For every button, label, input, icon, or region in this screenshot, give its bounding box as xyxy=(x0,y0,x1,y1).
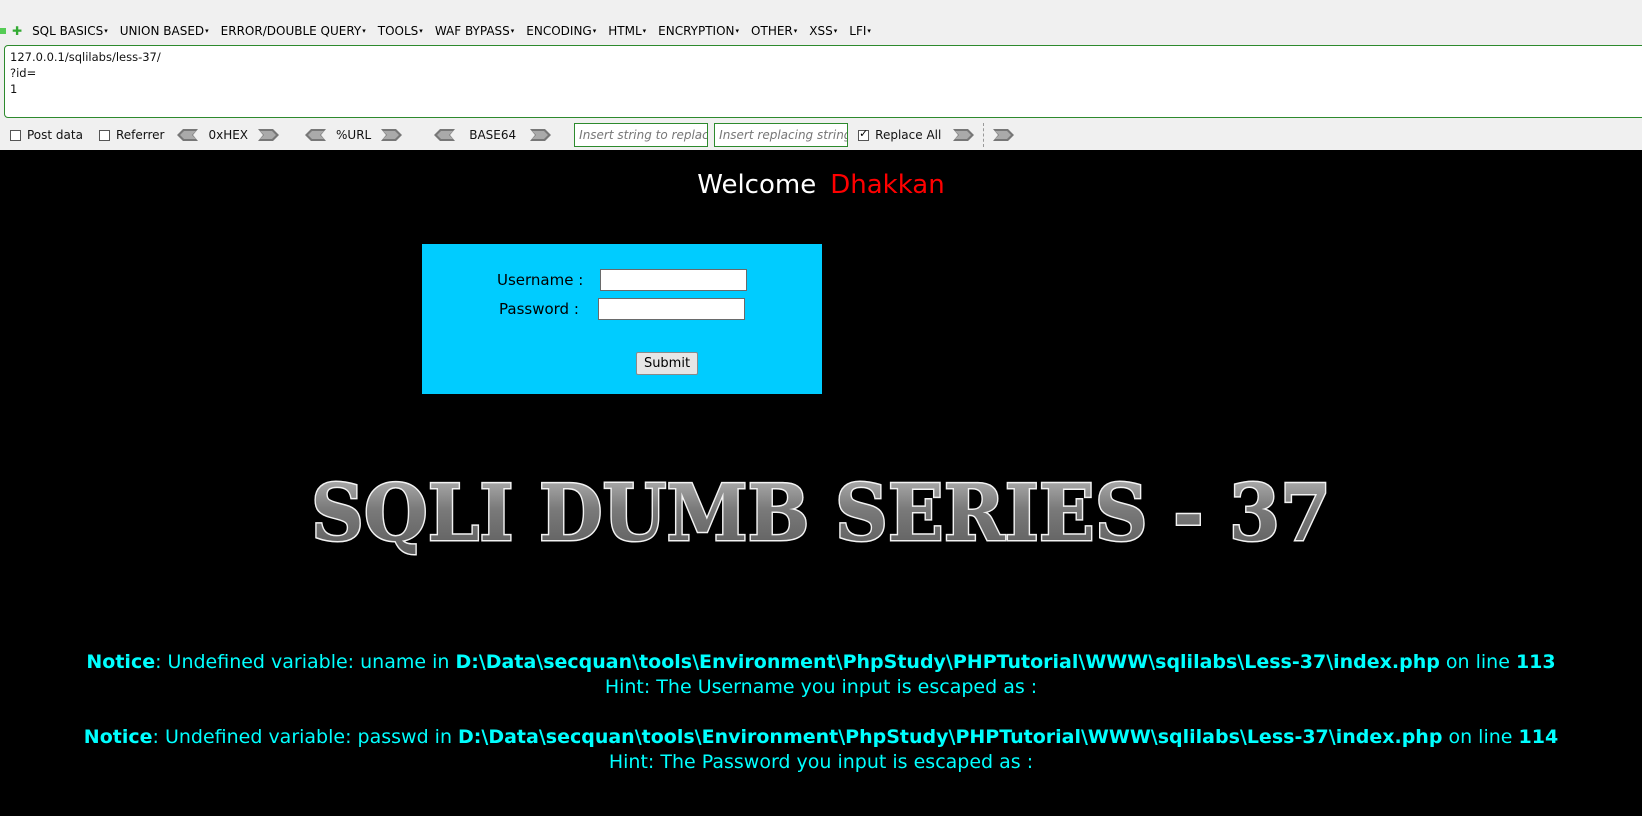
replacing-string-input[interactable]: Insert replacing string xyxy=(714,123,849,147)
menu-union-based[interactable]: UNION BASED ▾ xyxy=(120,24,209,38)
url-decode-arrow-icon[interactable] xyxy=(304,129,327,141)
hex-decode-arrow-icon[interactable] xyxy=(176,129,199,141)
url-textarea[interactable]: 127.0.0.1/sqlilabs/less-37/ ?id= 1 xyxy=(4,45,1642,118)
hackbar-toolbar: ✚ SQL BASICS ▾ UNION BASED ▾ ERROR/DOUBLE … xyxy=(0,0,1642,150)
url-line: ?id= xyxy=(10,66,37,80)
base64-label: BASE64 xyxy=(469,128,517,142)
replace-all-label: Replace All xyxy=(875,128,942,142)
referrer-label: Referrer xyxy=(115,128,165,142)
submit-button[interactable]: Submit xyxy=(636,352,698,375)
notice-1: Notice: Undefined variable: uname in D:\… xyxy=(0,650,1642,700)
notice-2-line: Notice: Undefined variable: passwd in D:… xyxy=(0,725,1642,750)
welcome-text: Welcome xyxy=(697,170,817,200)
base64-decode-arrow-icon[interactable] xyxy=(433,129,456,141)
replace-all-checkbox[interactable] xyxy=(858,127,870,141)
notice-1-path: D:\Data\secquan\tools\Environment\PhpStu… xyxy=(455,651,1440,673)
post-data-label: Post data xyxy=(27,128,83,142)
replacing-string-placeholder: Insert replacing string xyxy=(719,128,849,142)
notice-2-message: : Undefined variable: passwd in xyxy=(152,726,459,748)
replace-string-placeholder: Insert string to replace xyxy=(579,128,709,142)
post-data-checkbox[interactable] xyxy=(10,129,21,141)
menu-xss[interactable]: XSS ▾ xyxy=(809,24,837,38)
notice-1-line-number: 113 xyxy=(1515,651,1556,673)
toolbar-divider xyxy=(983,123,985,147)
notice-2: Notice: Undefined variable: passwd in D:… xyxy=(0,725,1642,775)
notice-2-path: D:\Data\secquan\tools\Environment\PhpStu… xyxy=(458,726,1443,748)
menu-waf-bypass[interactable]: WAF BYPASS ▾ xyxy=(435,24,514,38)
notice-1-line: Notice: Undefined variable: uname in D:\… xyxy=(0,650,1642,675)
password-label: Password : xyxy=(499,300,579,318)
replace-string-input[interactable]: Insert string to replace xyxy=(574,123,709,147)
replace-go-arrow-icon[interactable] xyxy=(953,129,975,141)
series-banner: SQLI DUMB SERIES - 37 xyxy=(0,462,1642,561)
menu-lfi[interactable]: LFI ▾ xyxy=(849,24,871,38)
url-encode-label: %URL xyxy=(336,128,372,142)
split-url-icon[interactable]: ✚ xyxy=(12,24,22,38)
menu-tools[interactable]: TOOLS ▾ xyxy=(378,24,423,38)
hackbar-controls: Post data Referrer 0xHEX %URL BASE64 Ins… xyxy=(0,120,1642,150)
notice-2-on-line: on line xyxy=(1442,726,1519,748)
url-line: 1 xyxy=(10,82,18,96)
load-url-icon[interactable] xyxy=(0,28,6,34)
notice-1-message: : Undefined variable: uname in xyxy=(155,651,456,673)
menu-html[interactable]: HTML ▾ xyxy=(608,24,646,38)
series-banner-graphic: SQLI DUMB SERIES - 37 xyxy=(310,467,1333,561)
menu-error-double-query[interactable]: ERROR/DOUBLE QUERY ▾ xyxy=(221,24,366,38)
password-input[interactable] xyxy=(598,298,745,320)
hex-encode-arrow-icon[interactable] xyxy=(258,129,280,141)
username-hint: Hint: The Username you input is escaped … xyxy=(604,676,1038,698)
url-encode-arrow-icon[interactable] xyxy=(381,129,403,141)
login-form: Username : Password : Submit xyxy=(422,244,822,394)
username-input[interactable] xyxy=(600,269,747,291)
welcome-user: Dhakkan xyxy=(830,170,945,200)
menu-sql-basics[interactable]: SQL BASICS ▾ xyxy=(32,24,108,38)
execute-arrow-icon[interactable] xyxy=(993,129,1015,141)
password-hint: Hint: The Password you input is escaped … xyxy=(608,751,1034,773)
notice-1-tag: Notice xyxy=(86,651,156,673)
referrer-checkbox[interactable] xyxy=(98,129,110,141)
menu-encryption[interactable]: ENCRYPTION ▾ xyxy=(658,24,739,38)
username-label: Username : xyxy=(497,271,584,289)
url-line: 127.0.0.1/sqlilabs/less-37/ xyxy=(10,50,161,64)
menu-encoding[interactable]: ENCODING ▾ xyxy=(526,24,596,38)
notice-1-on-line: on line xyxy=(1439,651,1516,673)
notice-2-tag: Notice xyxy=(83,726,153,748)
hex-label: 0xHEX xyxy=(208,128,249,142)
hackbar-menu: ✚ SQL BASICS ▾ UNION BASED ▾ ERROR/DOUBLE … xyxy=(0,18,883,44)
series-banner-title: SQLI DUMB SERIES - 37 xyxy=(311,468,1331,559)
menu-other[interactable]: OTHER ▾ xyxy=(751,24,797,38)
notice-2-line-number: 114 xyxy=(1518,726,1559,748)
welcome-heading: Welcome Dhakkan xyxy=(0,170,1642,200)
base64-encode-arrow-icon[interactable] xyxy=(530,129,552,141)
